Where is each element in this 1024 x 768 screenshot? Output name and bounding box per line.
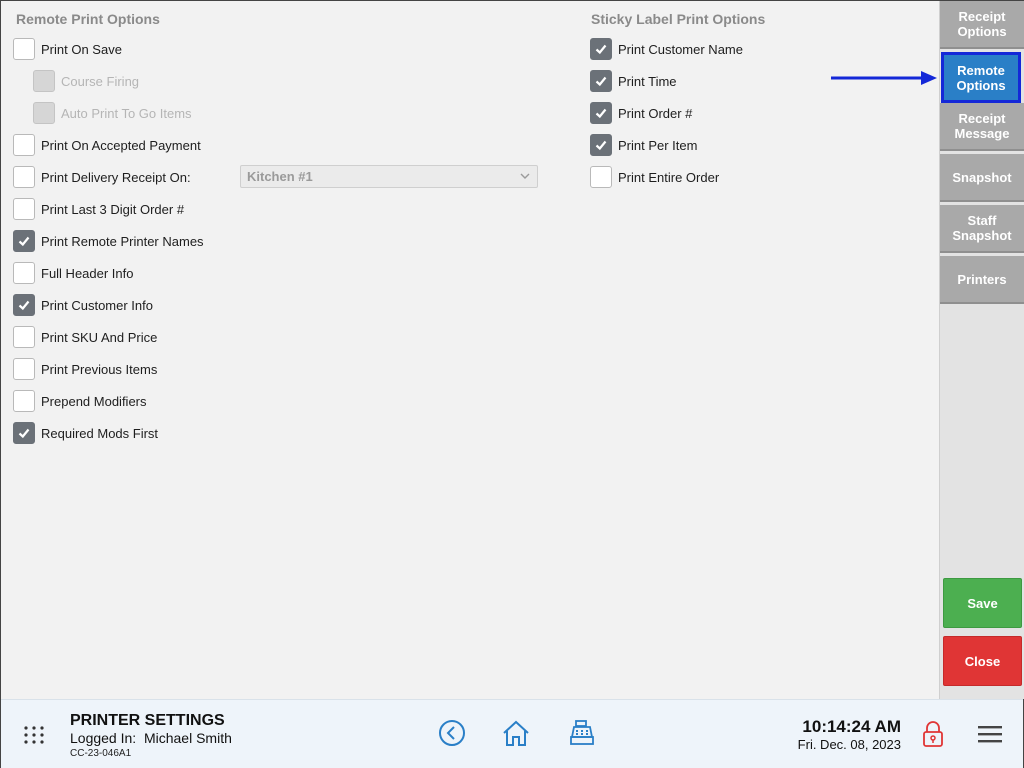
option-label: Required Mods First bbox=[41, 425, 159, 441]
main-panel: Remote Print Options Print On Save Course… bbox=[1, 1, 939, 699]
option-print-time[interactable]: Print Time bbox=[590, 68, 677, 94]
option-print-sku-and-price[interactable]: Print SKU And Price bbox=[13, 324, 157, 350]
logged-in-user: Michael Smith bbox=[143, 730, 232, 746]
option-label: Print On Accepted Payment bbox=[41, 137, 201, 153]
option-label: Prepend Modifiers bbox=[41, 393, 147, 409]
checkbox[interactable] bbox=[13, 390, 35, 412]
back-icon[interactable] bbox=[437, 718, 467, 748]
lock-icon[interactable] bbox=[921, 720, 945, 748]
option-print-previous-items[interactable]: Print Previous Items bbox=[13, 356, 157, 382]
checkmark-icon bbox=[18, 236, 30, 247]
checkmark-icon bbox=[595, 108, 607, 119]
sidebar: Receipt Options Remote Options Receipt Mes… bbox=[939, 1, 1024, 699]
page-title: PRINTER SETTINGS bbox=[70, 712, 225, 729]
logged-in-text: Logged In: Michael Smith bbox=[70, 730, 232, 746]
checkbox[interactable] bbox=[13, 358, 35, 380]
checkbox[interactable] bbox=[13, 230, 35, 252]
option-label: Print Time bbox=[618, 73, 677, 89]
hamburger-menu-icon[interactable] bbox=[977, 724, 1003, 744]
option-label: Full Header Info bbox=[41, 265, 134, 281]
app-grid-icon[interactable] bbox=[23, 724, 45, 746]
option-label: Print Customer Name bbox=[618, 41, 743, 57]
option-print-delivery-receipt-on[interactable]: Print Delivery Receipt On: bbox=[13, 164, 191, 190]
close-button[interactable]: Close bbox=[943, 636, 1022, 686]
option-print-remote-printer-names[interactable]: Print Remote Printer Names bbox=[13, 228, 204, 254]
checkbox[interactable] bbox=[590, 166, 612, 188]
option-label: Print Last 3 Digit Order # bbox=[41, 201, 185, 217]
checkbox[interactable] bbox=[13, 134, 35, 156]
cash-register-icon[interactable] bbox=[567, 718, 597, 748]
option-label: Print Per Item bbox=[618, 137, 698, 153]
option-label: Print On Save bbox=[41, 41, 122, 57]
remote-print-options-title: Remote Print Options bbox=[16, 11, 160, 27]
sidebar-item-staff-snapshot[interactable]: Staff Snapshot bbox=[940, 205, 1024, 253]
checkbox bbox=[33, 70, 55, 92]
option-full-header-info[interactable]: Full Header Info bbox=[13, 260, 134, 286]
option-print-on-accepted-payment[interactable]: Print On Accepted Payment bbox=[13, 132, 201, 158]
sidebar-item-receipt-options[interactable]: Receipt Options bbox=[940, 1, 1024, 49]
checkbox[interactable] bbox=[13, 326, 35, 348]
delivery-printer-select[interactable]: Kitchen #1 bbox=[240, 165, 538, 188]
checkbox[interactable] bbox=[13, 294, 35, 316]
clock-time: 10:14:24 AM bbox=[802, 717, 901, 736]
option-label: Print Previous Items bbox=[41, 361, 158, 377]
option-print-entire-order[interactable]: Print Entire Order bbox=[590, 164, 719, 190]
checkbox[interactable] bbox=[13, 422, 35, 444]
option-label: Print Order # bbox=[618, 105, 693, 121]
sidebar-item-remote-options[interactable]: Remote Options bbox=[941, 52, 1021, 103]
sidebar-item-snapshot[interactable]: Snapshot bbox=[940, 154, 1024, 202]
option-label: Print SKU And Price bbox=[41, 329, 158, 345]
option-label: Print Customer Info bbox=[41, 297, 153, 313]
delivery-printer-value: Kitchen #1 bbox=[247, 169, 313, 184]
checkbox[interactable] bbox=[590, 70, 612, 92]
option-print-on-save[interactable]: Print On Save bbox=[13, 36, 122, 62]
home-icon[interactable] bbox=[501, 718, 531, 748]
option-prepend-modifiers[interactable]: Prepend Modifiers bbox=[13, 388, 147, 414]
checkbox[interactable] bbox=[13, 38, 35, 60]
checkbox[interactable] bbox=[13, 198, 35, 220]
station-code: CC-23-046A1 bbox=[70, 748, 132, 759]
option-label: Print Delivery Receipt On: bbox=[41, 169, 191, 185]
sticky-label-print-options-title: Sticky Label Print Options bbox=[591, 11, 766, 27]
logged-in-label: Logged In: bbox=[70, 730, 137, 746]
option-label: Auto Print To Go Items bbox=[61, 105, 192, 121]
clock-date: Fri. Dec. 08, 2023 bbox=[797, 737, 901, 752]
checkbox[interactable] bbox=[13, 262, 35, 284]
checkbox[interactable] bbox=[590, 134, 612, 156]
checkmark-icon bbox=[18, 300, 30, 311]
option-label: Print Entire Order bbox=[618, 169, 720, 185]
option-print-order[interactable]: Print Order # bbox=[590, 100, 692, 126]
option-print-customer-info[interactable]: Print Customer Info bbox=[13, 292, 153, 318]
save-button[interactable]: Save bbox=[943, 578, 1022, 628]
sidebar-item-receipt-message[interactable]: Receipt Message bbox=[940, 103, 1024, 151]
option-label: Course Firing bbox=[61, 73, 140, 89]
checkbox[interactable] bbox=[13, 166, 35, 188]
option-print-per-item[interactable]: Print Per Item bbox=[590, 132, 697, 158]
option-auto-print-to-go-items: Auto Print To Go Items bbox=[33, 100, 192, 126]
checkbox[interactable] bbox=[590, 102, 612, 124]
option-required-mods-first[interactable]: Required Mods First bbox=[13, 420, 158, 446]
option-course-firing: Course Firing bbox=[33, 68, 139, 94]
checkmark-icon bbox=[595, 140, 607, 151]
option-label: Print Remote Printer Names bbox=[41, 233, 204, 249]
checkmark-icon bbox=[595, 44, 607, 55]
checkbox bbox=[33, 102, 55, 124]
chevron-down-icon bbox=[520, 173, 530, 179]
option-print-customer-name[interactable]: Print Customer Name bbox=[590, 36, 743, 62]
sidebar-item-printers[interactable]: Printers bbox=[940, 256, 1024, 304]
option-print-last-3-digit-order[interactable]: Print Last 3 Digit Order # bbox=[13, 196, 184, 222]
arrow-right-icon bbox=[831, 71, 937, 85]
checkbox[interactable] bbox=[590, 38, 612, 60]
checkmark-icon bbox=[18, 428, 30, 439]
checkmark-icon bbox=[595, 76, 607, 87]
footer-bar: PRINTER SETTINGS Logged In: Michael Smit… bbox=[1, 699, 1023, 768]
